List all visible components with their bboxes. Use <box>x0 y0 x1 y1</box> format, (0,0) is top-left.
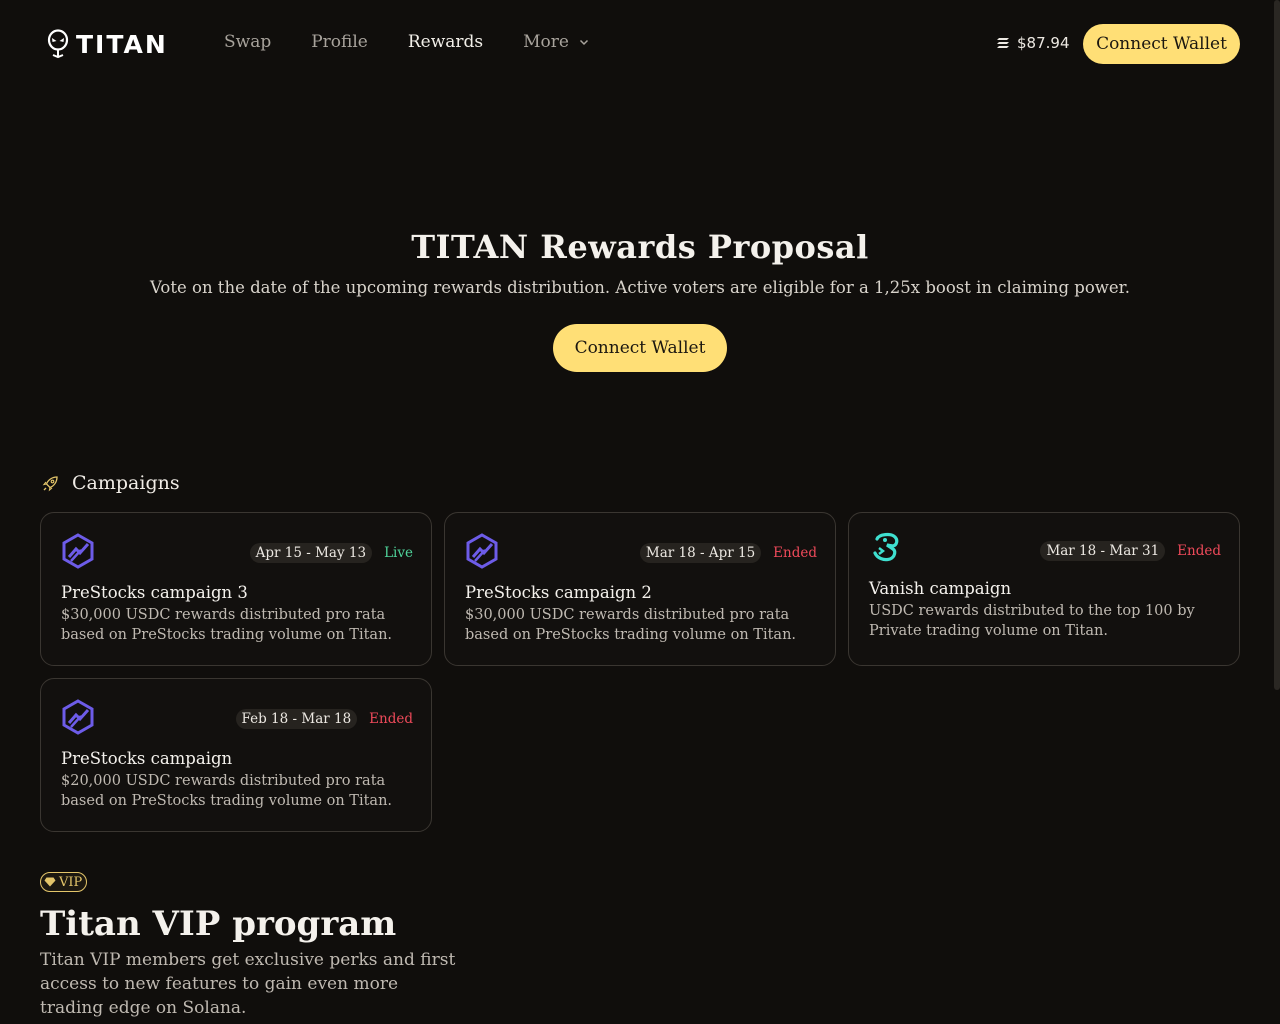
page-scrollbar[interactable] <box>1274 0 1280 690</box>
diamond-icon <box>44 877 56 887</box>
solana-icon <box>997 38 1009 48</box>
campaign-status: Ended <box>1177 543 1221 559</box>
hero-connect-wallet-button[interactable]: Connect Wallet <box>553 324 727 372</box>
campaign-meta: Apr 15 - May 13 Live <box>249 543 413 563</box>
balance-value: $87.94 <box>1017 34 1070 52</box>
campaign-title: PreStocks campaign <box>61 749 233 768</box>
campaign-dates: Feb 18 - Mar 18 <box>235 709 358 729</box>
rocket-icon <box>42 475 58 491</box>
campaign-title: PreStocks campaign 3 <box>61 583 248 602</box>
connect-wallet-button[interactable]: Connect Wallet <box>1083 24 1240 64</box>
campaign-status: Ended <box>369 711 413 727</box>
nav-swap[interactable]: Swap <box>224 32 271 52</box>
prestocks-icon <box>62 699 94 735</box>
prestocks-icon <box>466 533 498 569</box>
nav-more-label: More <box>523 32 569 52</box>
campaigns-heading: Campaigns <box>42 472 180 494</box>
page-subtitle: Vote on the date of the upcoming rewards… <box>150 278 1130 297</box>
titan-logo[interactable]: TITAN <box>46 29 168 59</box>
vip-title: Titan VIP program <box>40 904 397 944</box>
campaign-card[interactable]: Feb 18 - Mar 18 Ended PreStocks campaign… <box>40 678 432 832</box>
campaign-card[interactable]: Apr 15 - May 13 Live PreStocks campaign … <box>40 512 432 666</box>
campaign-description: $30,000 USDC rewards distributed pro rat… <box>465 607 797 643</box>
chevron-down-icon <box>579 39 589 46</box>
campaign-dates: Mar 18 - Apr 15 <box>639 543 762 563</box>
campaign-description: $20,000 USDC rewards distributed pro rat… <box>61 773 393 809</box>
vip-description: Titan VIP members get exclusive perks an… <box>40 950 456 1018</box>
campaign-meta: Mar 18 - Mar 31 Ended <box>1040 541 1221 561</box>
nav-profile[interactable]: Profile <box>311 32 368 52</box>
campaign-status: Live <box>384 545 413 561</box>
campaign-meta: Mar 18 - Apr 15 Ended <box>639 543 817 563</box>
logo-text: TITAN <box>76 29 168 59</box>
nav-rewards[interactable]: Rewards <box>408 32 483 52</box>
campaign-meta: Feb 18 - Mar 18 Ended <box>235 709 413 729</box>
campaign-card[interactable]: Mar 18 - Apr 15 Ended PreStocks campaign… <box>444 512 836 666</box>
page-title: TITAN Rewards Proposal <box>411 228 869 266</box>
campaign-title: Vanish campaign <box>869 579 1012 598</box>
campaign-dates: Apr 15 - May 13 <box>249 543 373 563</box>
vanish-icon <box>873 532 899 562</box>
prestocks-icon <box>62 533 94 569</box>
main-nav: Swap Profile Rewards More <box>224 32 629 52</box>
sol-balance: $87.94 <box>996 34 1070 52</box>
campaign-title: PreStocks campaign 2 <box>465 583 652 602</box>
nav-more[interactable]: More <box>523 32 589 52</box>
campaign-status: Ended <box>773 545 817 561</box>
campaign-description: $30,000 USDC rewards distributed pro rat… <box>61 607 393 643</box>
campaign-dates: Mar 18 - Mar 31 <box>1040 541 1166 561</box>
alien-logo-icon <box>47 29 69 59</box>
campaign-card[interactable]: Mar 18 - Mar 31 Ended Vanish campaign US… <box>848 512 1240 666</box>
top-navbar: TITAN Swap Profile Rewards More $87.94 C… <box>0 0 1280 88</box>
vip-badge-label: VIP <box>59 874 83 890</box>
campaign-description: USDC rewards distributed to the top 100 … <box>869 603 1195 639</box>
vip-badge: VIP <box>40 872 88 892</box>
campaigns-title: Campaigns <box>72 472 180 494</box>
